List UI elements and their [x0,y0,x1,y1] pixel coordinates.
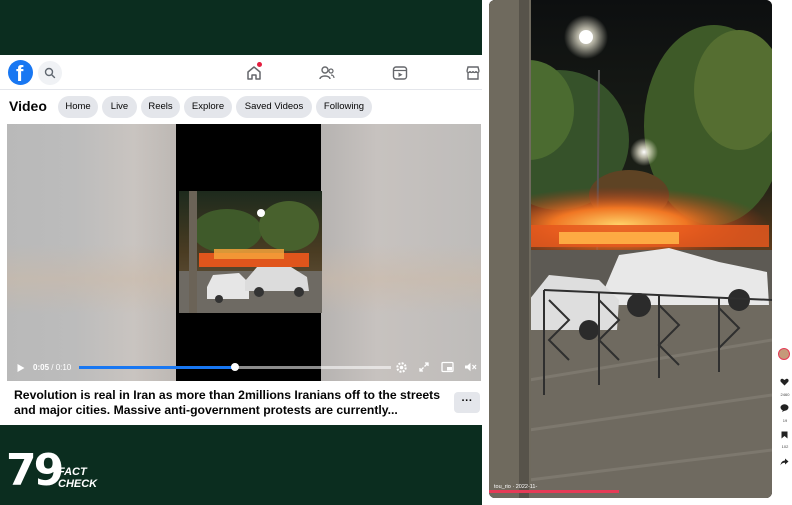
handle-text: tou_rio [494,484,511,490]
composite-screenshot: f Video Home Live Reels Explore Saved Vi… [0,0,792,505]
comment-icon[interactable] [780,404,789,412]
friends-icon[interactable] [318,64,336,82]
video-controls: 0:05 / 0:10 [7,355,481,381]
tab-saved-videos[interactable]: Saved Videos [236,96,312,118]
marketplace-icon[interactable] [464,64,482,82]
tab-explore[interactable]: Explore [184,96,232,118]
tab-following[interactable]: Following [316,96,372,118]
logo-line-1: FACT [58,466,87,478]
tab-reels[interactable]: Reels [141,96,180,118]
video-blur-left [7,124,176,381]
saves-count: 102 [781,444,789,449]
logo-number: 79 [6,445,64,496]
creator-handle: tou_rio · 2022-11- [494,484,538,490]
video-subnav: Video Home Live Reels Explore Saved Vide… [0,91,482,123]
likes-count: 2460 [780,392,790,397]
notification-dot [257,62,262,67]
factcheck-logo: 79 FACT CHECK [6,445,116,496]
seek-bar[interactable] [79,363,391,371]
facebook-window: f Video Home Live Reels Explore Saved Vi… [0,55,482,425]
time-display: 0:05 / 0:10 [33,363,72,372]
post-date: 2022-11- [515,484,538,490]
facebook-logo-icon[interactable]: f [8,60,33,86]
logo-line-2: CHECK [58,478,98,490]
video-frame [179,191,322,313]
post-caption: Revolution is real in Iran as more than … [14,388,440,417]
video-icon[interactable] [391,64,409,82]
video-blur-right [321,124,481,381]
comments-count: 19 [782,418,788,423]
bookmark-icon[interactable] [781,431,788,439]
duration: 0:10 [55,363,72,372]
seek-handle[interactable] [231,363,239,371]
settings-icon[interactable] [395,361,408,374]
home-icon[interactable] [245,62,263,82]
pip-icon[interactable] [441,361,454,373]
tab-live[interactable]: Live [102,96,137,118]
heart-icon[interactable] [780,378,789,386]
more-options-button[interactable]: ··· [454,392,480,413]
video-player[interactable]: 0:05 / 0:10 [7,124,481,381]
current-time: 0:05 [33,363,50,372]
logo-text: FACT CHECK [58,466,97,490]
avatar[interactable] [778,348,790,360]
search-icon[interactable] [38,61,62,85]
page-title: Video [9,98,47,114]
share-icon[interactable] [780,458,789,466]
source-video-frame [489,0,772,498]
seek-bar-progress [79,366,235,369]
volume-icon[interactable] [464,361,477,373]
play-icon[interactable] [16,363,26,373]
source-video-panel [489,0,772,498]
left-panel: f Video Home Live Reels Explore Saved Vi… [0,0,482,505]
facebook-top-bar: f [0,55,482,90]
tab-home[interactable]: Home [58,96,98,118]
expand-icon[interactable] [418,361,430,373]
action-rail: 2460 19 102 [776,340,792,505]
